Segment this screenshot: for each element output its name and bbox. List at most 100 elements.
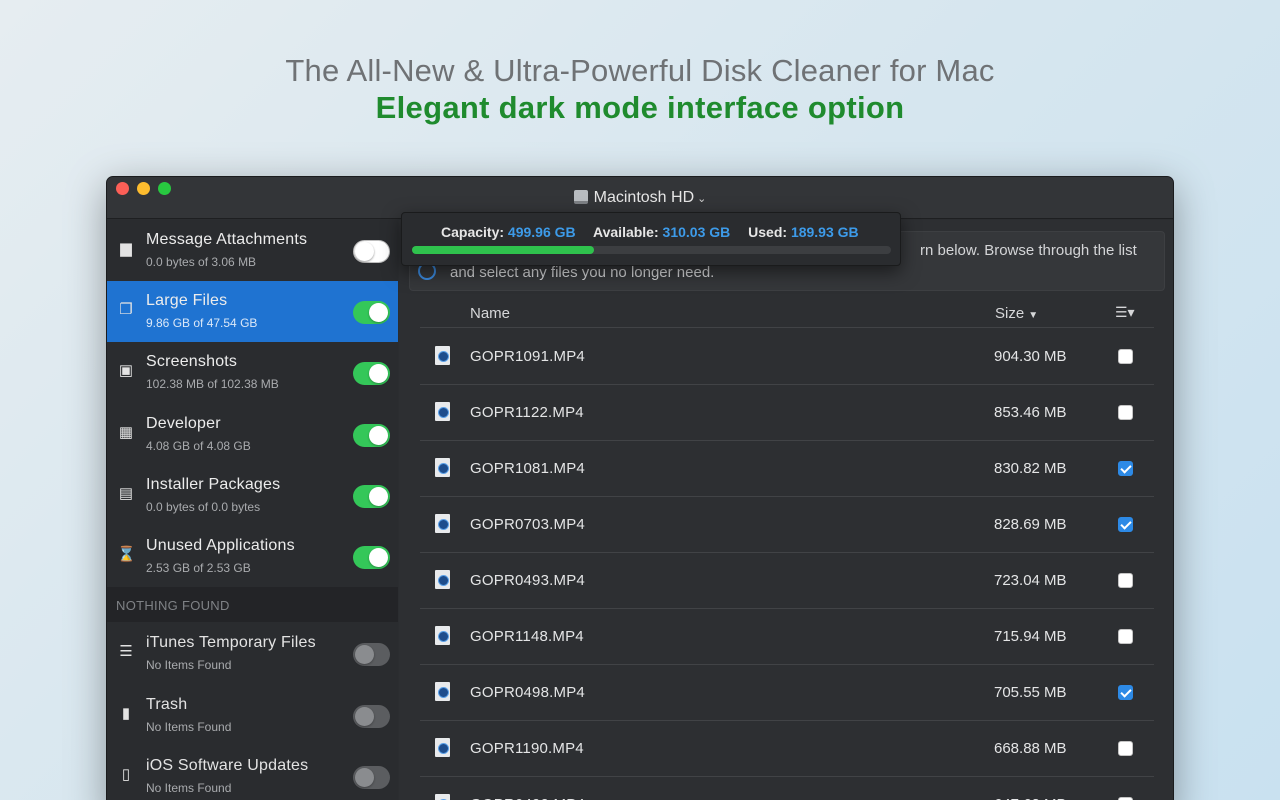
sidebar-item-subtitle: 9.86 GB of 47.54 GB <box>146 316 258 330</box>
list-icon: ☰ <box>119 643 133 660</box>
file-name: GOPR1148.MP4 <box>470 628 584 645</box>
video-file-icon <box>435 682 450 701</box>
column-header-name[interactable]: Name <box>470 305 510 322</box>
table-row[interactable]: GOPR1091.MP4 904.30 MB <box>420 329 1154 385</box>
file-name: GOPR0493.MP4 <box>470 572 585 589</box>
toggle-knob <box>355 242 374 261</box>
sidebar-item-title: Screenshots <box>146 353 238 370</box>
table-row[interactable]: GOPR1081.MP4 830.82 MB <box>420 441 1154 497</box>
table-row[interactable]: GOPR1122.MP4 853.46 MB <box>420 385 1154 441</box>
disk-usage-fill <box>412 246 595 254</box>
toggle-knob <box>369 426 388 445</box>
trash-icon: ▮ <box>121 705 131 722</box>
sidebar-item-itunes-temporary-files[interactable]: ☰ iTunes Temporary Files No Items Found <box>107 623 398 684</box>
sidebar-item-large-files[interactable]: ❐ Large Files 9.86 GB of 47.54 GB <box>107 281 398 342</box>
sidebar-item-subtitle: 0.0 bytes of 3.06 MB <box>146 255 257 269</box>
sidebar-item-trash[interactable]: ▮ Trash No Items Found <box>107 685 398 746</box>
sidebar-item-installer-packages[interactable]: ▤ Installer Packages 0.0 bytes of 0.0 by… <box>107 465 398 526</box>
file-size: 830.82 MB <box>994 460 1067 477</box>
headline-line-2: Elegant dark mode interface option <box>375 90 905 125</box>
file-name: GOPR1081.MP4 <box>470 460 585 477</box>
file-name: GOPR1190.MP4 <box>470 740 584 757</box>
sidebar-item-title: Developer <box>146 415 221 432</box>
used-label: Used: <box>748 224 788 240</box>
category-toggle[interactable] <box>353 485 390 508</box>
file-size: 723.04 MB <box>994 572 1067 589</box>
sort-descending-icon: ▼ <box>1028 310 1039 321</box>
table-row[interactable]: GOPR0498.MP4 705.55 MB <box>420 665 1154 721</box>
sidebar-item-title: Installer Packages <box>146 476 281 493</box>
select-checkbox[interactable] <box>1118 573 1133 588</box>
disk-usage-bar <box>412 246 891 254</box>
table-row[interactable]: GOPR1148.MP4 715.94 MB <box>420 609 1154 665</box>
hard-drive-icon <box>573 190 588 204</box>
table-row[interactable]: GOPR0499.MP4 647.62 MB <box>420 777 1154 800</box>
sidebar-item-ios-software-updates[interactable]: ▯ iOS Software Updates No Items Found <box>107 746 398 800</box>
category-toggle[interactable] <box>353 643 390 666</box>
category-toggle[interactable] <box>353 362 390 385</box>
video-file-icon <box>435 794 450 800</box>
available-value: 310.03 GB <box>662 224 731 240</box>
table-header: Name Size ▼ ☰▾ <box>420 292 1154 328</box>
file-size: 904.30 MB <box>994 348 1067 365</box>
size-header-label: Size <box>995 305 1025 322</box>
video-file-icon <box>435 346 450 365</box>
app-window: Macintosh HD ⌄ ▆ Message Attachments 0.0 … <box>106 176 1174 800</box>
file-size: 715.94 MB <box>994 628 1067 645</box>
file-name: GOPR1091.MP4 <box>470 348 585 365</box>
chevron-down-icon: ⌄ <box>697 193 707 205</box>
disk-name: Macintosh HD <box>593 189 695 206</box>
list-options-icon[interactable]: ☰▾ <box>1115 304 1135 321</box>
sidebar-item-developer[interactable]: ▦ Developer 4.08 GB of 4.08 GB <box>107 404 398 465</box>
sidebar-item-subtitle: 0.0 bytes of 0.0 bytes <box>146 500 261 514</box>
select-checkbox[interactable] <box>1118 461 1133 476</box>
select-checkbox[interactable] <box>1118 405 1133 420</box>
video-file-icon <box>435 458 450 477</box>
category-toggle[interactable] <box>353 766 390 789</box>
sidebar-item-subtitle: 2.53 GB of 2.53 GB <box>146 561 251 575</box>
sidebar-item-title: Message Attachments <box>146 231 308 248</box>
available-label: Available: <box>593 224 659 240</box>
toggle-knob <box>355 768 374 787</box>
sidebar-item-screenshots[interactable]: ▣ Screenshots 102.38 MB of 102.38 MB <box>107 342 398 403</box>
promo-headline: The All-New & Ultra-Powerful Disk Cleane… <box>0 52 1280 126</box>
toggle-knob <box>369 487 388 506</box>
category-toggle[interactable] <box>353 705 390 728</box>
file-size: 668.88 MB <box>994 740 1067 757</box>
nothing-found-section-header: NOTHING FOUND <box>107 587 398 622</box>
sidebar-item-subtitle: No Items Found <box>146 781 232 795</box>
sidebar-item-message-attachments[interactable]: ▆ Message Attachments 0.0 bytes of 3.06 … <box>107 220 398 281</box>
select-checkbox[interactable] <box>1118 741 1133 756</box>
video-file-icon <box>435 570 450 589</box>
table-row[interactable]: GOPR1190.MP4 668.88 MB <box>420 721 1154 777</box>
select-checkbox[interactable] <box>1118 517 1133 532</box>
sidebar-item-title: iOS Software Updates <box>146 757 309 774</box>
category-toggle[interactable] <box>353 424 390 447</box>
file-list-panel: rn below. Browse through the list and se… <box>399 220 1173 800</box>
sidebar-item-title: Unused Applications <box>146 537 295 554</box>
select-checkbox[interactable] <box>1118 629 1133 644</box>
section-label: NOTHING FOUND <box>116 598 230 613</box>
column-header-size[interactable]: Size ▼ <box>995 305 1038 322</box>
table-row[interactable]: GOPR0703.MP4 828.69 MB <box>420 497 1154 553</box>
message-icon: ▆ <box>120 240 132 257</box>
sidebar-item-title: Trash <box>146 696 188 713</box>
select-checkbox[interactable] <box>1118 685 1133 700</box>
toggle-knob <box>369 303 388 322</box>
disk-stats: Capacity: 499.96 GB Available: 310.03 GB… <box>441 224 859 240</box>
capacity-value: 499.96 GB <box>507 224 576 240</box>
video-file-icon <box>435 514 450 533</box>
sidebar-item-subtitle: 102.38 MB of 102.38 MB <box>146 377 279 391</box>
toggle-knob <box>355 645 374 664</box>
category-toggle[interactable] <box>353 546 390 569</box>
select-checkbox[interactable] <box>1118 349 1133 364</box>
sidebar-item-subtitle: 4.08 GB of 4.08 GB <box>146 439 251 453</box>
sidebar-item-unused-applications[interactable]: ⌛ Unused Applications 2.53 GB of 2.53 GB <box>107 526 398 587</box>
category-toggle[interactable] <box>353 301 390 324</box>
disk-selector[interactable]: Macintosh HD ⌄ <box>107 189 1173 207</box>
table-row[interactable]: GOPR0493.MP4 723.04 MB <box>420 553 1154 609</box>
file-name: GOPR0498.MP4 <box>470 684 585 701</box>
sidebar-item-subtitle: No Items Found <box>146 720 232 734</box>
file-size: 828.69 MB <box>994 516 1067 533</box>
category-toggle[interactable] <box>353 240 390 263</box>
